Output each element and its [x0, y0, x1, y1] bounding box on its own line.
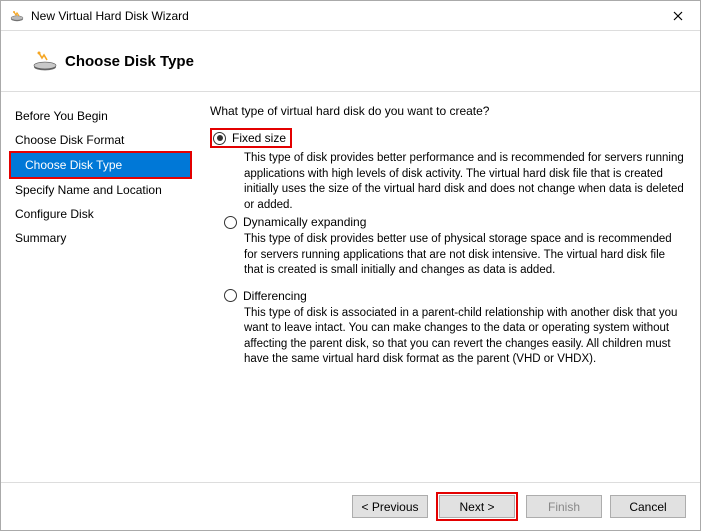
- radio-differencing[interactable]: [224, 289, 237, 302]
- sidebar-item-label: Choose Disk Format: [15, 133, 124, 147]
- wizard-header: Choose Disk Type: [1, 31, 700, 92]
- option-label: Fixed size: [232, 131, 286, 145]
- sidebar-item-choose-disk-format[interactable]: Choose Disk Format: [1, 128, 196, 152]
- sidebar-item-summary[interactable]: Summary: [1, 226, 196, 250]
- sidebar-item-specify-name-location[interactable]: Specify Name and Location: [1, 178, 196, 202]
- previous-button[interactable]: < Previous: [352, 495, 428, 518]
- radio-fixed-size[interactable]: [213, 132, 226, 145]
- option-description: This type of disk provides better perfor…: [210, 148, 686, 213]
- option-description: This type of disk provides better use of…: [210, 229, 686, 279]
- option-label: Dynamically expanding: [243, 215, 366, 229]
- option-fixed-size[interactable]: Fixed size This type of disk provides be…: [210, 128, 686, 213]
- sidebar-item-label: Summary: [15, 231, 66, 245]
- sidebar-item-label: Choose Disk Type: [25, 158, 122, 172]
- close-button[interactable]: [655, 1, 700, 31]
- sidebar-item-label: Specify Name and Location: [15, 183, 162, 197]
- option-differencing[interactable]: Differencing This type of disk is associ…: [210, 289, 686, 368]
- sidebar-item-choose-disk-type[interactable]: Choose Disk Type: [11, 153, 190, 177]
- header-disk-icon: [25, 49, 65, 73]
- sidebar-item-label: Before You Begin: [15, 109, 108, 123]
- wizard-disk-icon: [9, 8, 25, 24]
- option-label: Differencing: [243, 289, 307, 303]
- question-text: What type of virtual hard disk do you wa…: [210, 104, 686, 118]
- sidebar-item-label: Configure Disk: [15, 207, 94, 221]
- titlebar: New Virtual Hard Disk Wizard: [1, 1, 700, 31]
- wizard-footer: < Previous Next > Finish Cancel: [1, 482, 700, 530]
- page-title: Choose Disk Type: [65, 53, 194, 70]
- cancel-button[interactable]: Cancel: [610, 495, 686, 518]
- radio-dynamically-expanding[interactable]: [224, 216, 237, 229]
- option-description: This type of disk is associated in a par…: [210, 303, 686, 368]
- option-dynamically-expanding[interactable]: Dynamically expanding This type of disk …: [210, 215, 686, 279]
- finish-button[interactable]: Finish: [526, 495, 602, 518]
- wizard-body: Before You Begin Choose Disk Format Choo…: [1, 92, 700, 482]
- window-title: New Virtual Hard Disk Wizard: [31, 9, 655, 23]
- next-button[interactable]: Next >: [439, 495, 515, 518]
- wizard-steps-sidebar: Before You Begin Choose Disk Format Choo…: [1, 104, 196, 482]
- sidebar-item-configure-disk[interactable]: Configure Disk: [1, 202, 196, 226]
- sidebar-item-before-you-begin[interactable]: Before You Begin: [1, 104, 196, 128]
- wizard-main: What type of virtual hard disk do you wa…: [196, 104, 700, 482]
